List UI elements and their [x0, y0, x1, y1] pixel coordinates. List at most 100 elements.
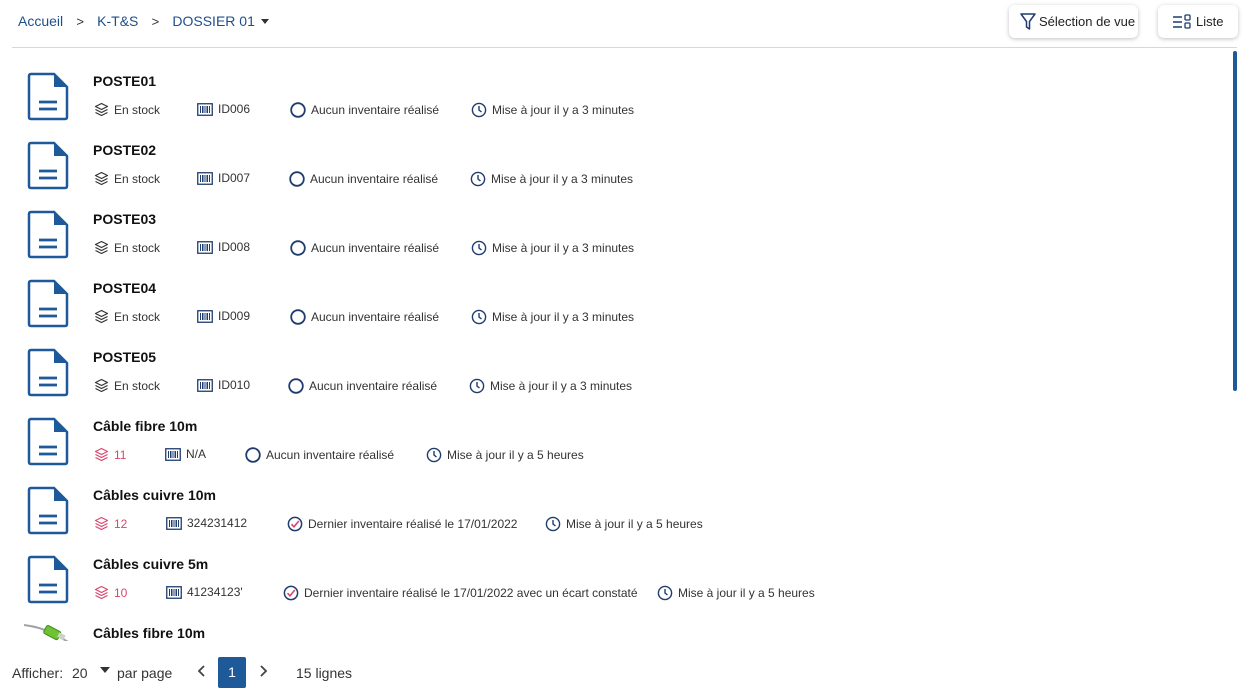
barcode-icon [166, 585, 182, 599]
circle-icon [290, 240, 306, 256]
total-rows: 15 lignes [296, 665, 353, 681]
layers-icon [94, 240, 109, 255]
update-status: Mise à jour il y a 3 minutes [471, 240, 634, 256]
clock-icon [426, 447, 442, 463]
update-status: Mise à jour il y a 5 heures [545, 516, 703, 532]
chevron-left-icon[interactable] [195, 663, 209, 679]
stock-text: 11 [114, 447, 127, 462]
item-id: ID006 [197, 102, 250, 116]
item-title[interactable]: POSTE01 [93, 73, 156, 89]
inventory-text: Aucun inventaire réalisé [311, 241, 440, 255]
chevron-right-icon: > [151, 13, 160, 29]
document-icon [27, 141, 69, 190]
update-text: Mise à jour il y a 3 minutes [492, 103, 635, 117]
list-item[interactable]: Câbles cuivre 10m 12 324231412 Dernier i… [0, 463, 1230, 535]
item-id: ID007 [197, 171, 250, 185]
stock-status: En stock [94, 240, 160, 255]
inventory-status: Aucun inventaire réalisé [290, 309, 439, 325]
item-id: ID008 [197, 240, 250, 254]
inventory-text: Dernier inventaire réalisé le 17/01/2022… [304, 586, 638, 600]
update-text: Mise à jour il y a 5 heures [447, 448, 584, 462]
inventory-status: Aucun inventaire réalisé [245, 447, 394, 463]
list-item[interactable]: POSTE02 En stock ID007 Aucun inventaire … [0, 118, 1230, 190]
per-page-label: par page [117, 665, 173, 681]
circle-icon [289, 171, 305, 187]
item-title[interactable]: Câbles cuivre 10m [93, 487, 216, 503]
item-id: ID010 [197, 378, 250, 392]
circle-icon [288, 378, 304, 394]
chevron-right-icon[interactable] [256, 663, 270, 679]
list-item[interactable]: POSTE03 En stock ID008 Aucun inventaire … [0, 187, 1230, 259]
scrollbar[interactable] [1233, 51, 1237, 391]
list-item[interactable]: Câble fibre 10m 11 N/A Aucun inventaire … [0, 394, 1230, 466]
item-id-text: ID009 [218, 309, 251, 323]
item-title[interactable]: POSTE03 [93, 211, 156, 227]
update-status: Mise à jour il y a 5 heures [426, 447, 584, 463]
update-text: Mise à jour il y a 3 minutes [490, 379, 633, 393]
document-icon [27, 348, 69, 397]
document-icon [27, 72, 69, 121]
update-status: Mise à jour il y a 3 minutes [469, 378, 632, 394]
breadcrumb: Accueil > K-T&S > DOSSIER 01 [18, 13, 269, 29]
inventory-text: Aucun inventaire réalisé [311, 310, 440, 324]
item-title[interactable]: POSTE02 [93, 142, 156, 158]
item-id-text: ID007 [218, 171, 251, 185]
breadcrumb-dossier[interactable]: DOSSIER 01 [172, 13, 254, 29]
list-item[interactable]: POSTE05 En stock ID010 Aucun inventaire … [0, 325, 1230, 397]
item-id-text: ID010 [218, 378, 251, 392]
per-page-select[interactable]: 20 [72, 665, 88, 681]
breadcrumb-kts[interactable]: K-T&S [97, 13, 138, 29]
item-id-text: 41234123' [187, 585, 243, 599]
update-status: Mise à jour il y a 3 minutes [471, 102, 634, 118]
list-item[interactable]: POSTE04 En stock ID009 Aucun inventaire … [0, 256, 1230, 328]
item-title[interactable]: Câble fibre 10m [93, 418, 197, 434]
update-text: Mise à jour il y a 5 heures [566, 517, 703, 531]
caret-down-icon[interactable] [260, 18, 269, 24]
document-icon [27, 555, 69, 604]
item-id-text: 324231412 [187, 516, 248, 530]
inventory-text: Aucun inventaire réalisé [266, 448, 395, 462]
clock-icon [545, 516, 561, 532]
stock-status: En stock [94, 378, 160, 393]
item-id: 324231412 [166, 516, 247, 530]
update-status: Mise à jour il y a 5 heures [657, 585, 815, 601]
stock-text: En stock [114, 171, 161, 186]
clock-icon [471, 240, 487, 256]
check-circle-icon [283, 585, 299, 601]
list-item[interactable]: Câbles cuivre 5m 10 41234123' Dernier in… [0, 532, 1230, 604]
update-text: Mise à jour il y a 5 heures [678, 586, 815, 600]
list-layout-icon [1173, 13, 1191, 29]
item-list: POSTE01 En stock ID006 Aucun inventaire … [0, 49, 1230, 641]
stock-status: En stock [94, 309, 160, 324]
list-item[interactable]: POSTE01 En stock ID006 Aucun inventaire … [0, 49, 1230, 121]
item-title[interactable]: POSTE05 [93, 349, 156, 365]
document-icon [27, 417, 69, 466]
barcode-icon [166, 516, 182, 530]
stock-status: En stock [94, 171, 160, 186]
stock-text: En stock [114, 102, 161, 117]
caret-down-icon[interactable] [100, 667, 110, 673]
item-title[interactable]: Câbles cuivre 5m [93, 556, 208, 572]
barcode-icon [197, 171, 213, 185]
item-title[interactable]: Câbles fibre 10m [93, 625, 205, 641]
current-page-button[interactable]: 1 [218, 657, 246, 688]
stock-quantity: 10 [94, 585, 127, 600]
stock-status: En stock [94, 102, 160, 117]
check-circle-icon [287, 516, 303, 532]
barcode-icon [197, 378, 213, 392]
clock-icon [471, 309, 487, 325]
barcode-icon [197, 309, 213, 323]
breadcrumb-home[interactable]: Accueil [18, 13, 63, 29]
view-selection-label: Sélection de vue [1039, 14, 1136, 29]
inventory-status: Dernier inventaire réalisé le 17/01/2022 [287, 516, 517, 532]
clock-icon [470, 171, 486, 187]
list-item[interactable]: Câbles fibre 10m [0, 601, 1230, 641]
item-id: 41234123' [166, 585, 243, 599]
list-view-button[interactable]: Liste [1158, 5, 1238, 38]
layers-icon [94, 585, 109, 600]
view-selection-button[interactable]: Sélection de vue [1009, 5, 1138, 38]
item-title[interactable]: POSTE04 [93, 280, 156, 296]
update-status: Mise à jour il y a 3 minutes [470, 171, 633, 187]
layers-icon [94, 171, 109, 186]
inventory-text: Dernier inventaire réalisé le 17/01/2022 [308, 517, 518, 531]
